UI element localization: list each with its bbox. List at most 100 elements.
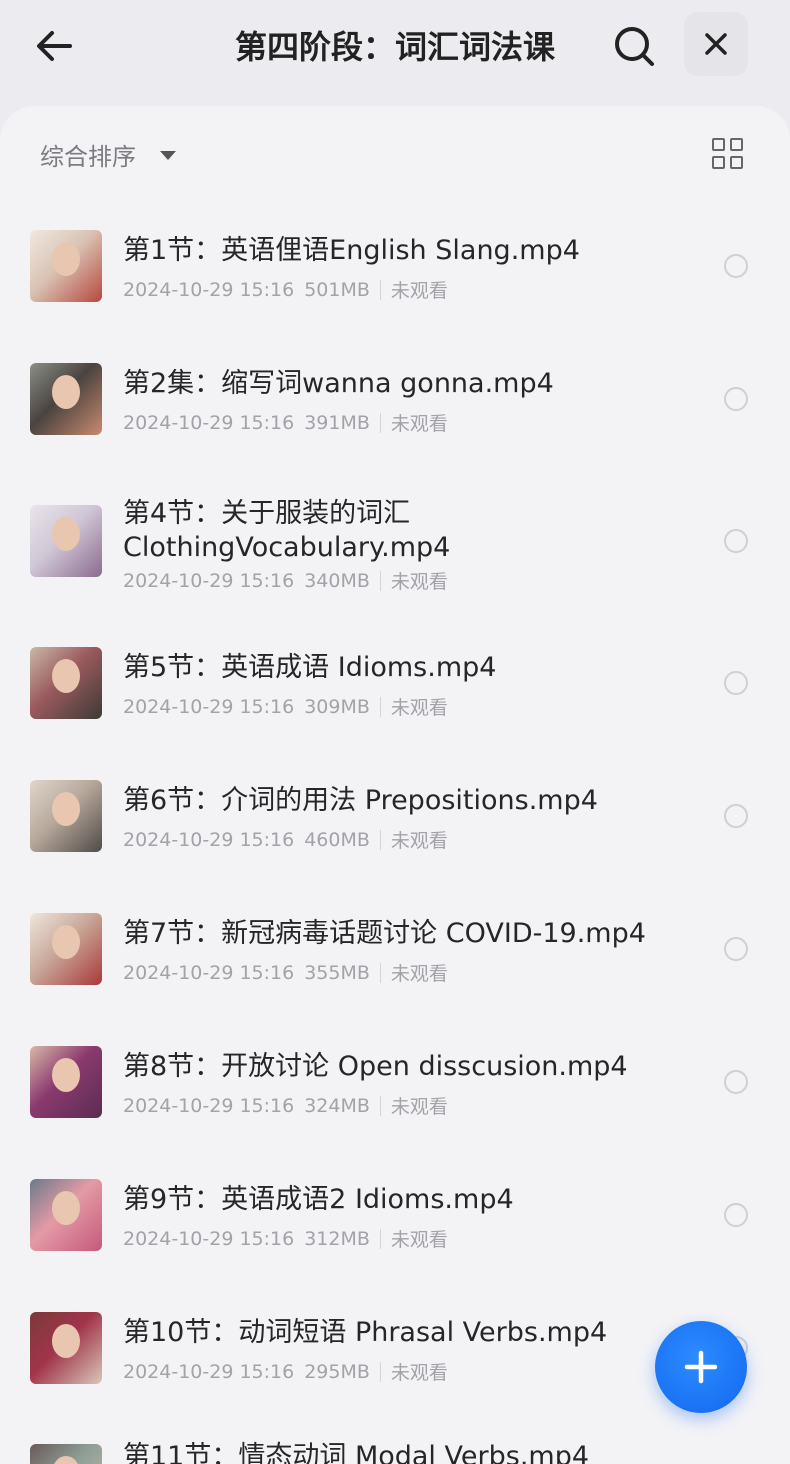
select-radio[interactable] [724, 937, 748, 961]
thumbnail-face [52, 925, 80, 959]
thumbnail-face [52, 659, 80, 693]
meta-divider [379, 570, 381, 591]
video-thumbnail[interactable] [30, 505, 102, 577]
thumbnail-face [52, 375, 80, 409]
select-radio[interactable] [724, 1070, 748, 1094]
select-radio[interactable] [724, 254, 748, 278]
file-date: 2024-10-29 15:16 [123, 961, 295, 984]
watch-status: 未观看 [390, 1229, 448, 1251]
watch-status: 未观看 [390, 697, 448, 719]
file-date: 2024-10-29 15:16 [123, 828, 295, 851]
file-date: 2024-10-29 15:16 [123, 1360, 295, 1383]
watch-status: 未观看 [390, 413, 448, 435]
file-meta: 2024-10-29 15:16 460MB 未观看 [123, 826, 448, 853]
thumbnail-face [52, 1191, 80, 1225]
meta-divider [379, 696, 381, 717]
file-meta: 2024-10-29 15:16 324MB 未观看 [123, 1092, 448, 1119]
thumbnail-face [52, 242, 80, 276]
file-size: 324MB [304, 1094, 370, 1117]
select-radio[interactable] [724, 529, 748, 553]
sort-dropdown[interactable]: 综合排序 [40, 138, 176, 171]
file-size: 355MB [304, 961, 370, 984]
file-name: 第6节：介词的用法 Prepositions.mp4 [123, 785, 598, 816]
file-name: 第10节：动词短语 Phrasal Verbs.mp4 [123, 1317, 608, 1348]
grid-view-icon [730, 156, 743, 169]
file-date: 2024-10-29 15:16 [123, 695, 295, 718]
video-thumbnail[interactable] [30, 230, 102, 302]
file-meta: 2024-10-29 15:16 312MB 未观看 [123, 1225, 448, 1252]
close-button[interactable] [684, 12, 748, 76]
file-meta: 2024-10-29 15:16 295MB 未观看 [123, 1358, 448, 1385]
file-name: 第9节：英语成语2 Idioms.mp4 [123, 1184, 514, 1215]
search-button[interactable] [606, 18, 662, 74]
meta-divider [379, 279, 381, 300]
file-date: 2024-10-29 15:16 [123, 1227, 295, 1250]
select-radio[interactable] [724, 804, 748, 828]
file-size: 501MB [304, 278, 370, 301]
caret-down-icon [160, 150, 176, 160]
watch-status: 未观看 [390, 963, 448, 985]
file-size: 460MB [304, 828, 370, 851]
video-thumbnail[interactable] [30, 1179, 102, 1251]
add-button[interactable] [655, 1321, 747, 1413]
meta-divider [379, 1361, 381, 1382]
thumbnail-face [52, 1058, 80, 1092]
file-size: 340MB [304, 569, 370, 592]
watch-status: 未观看 [390, 1096, 448, 1118]
meta-divider [379, 829, 381, 850]
arrow-left-icon [37, 31, 72, 61]
thumbnail-face [52, 1456, 80, 1464]
page-title: 第四阶段：词汇词法课 [234, 28, 555, 66]
file-name: 第7节：新冠病毒话题讨论 COVID-19.mp4 [123, 918, 646, 949]
select-radio[interactable] [724, 387, 748, 411]
video-thumbnail[interactable] [30, 780, 102, 852]
file-meta: 2024-10-29 15:16 391MB 未观看 [123, 409, 448, 436]
file-date: 2024-10-29 15:16 [123, 569, 295, 592]
search-icon [615, 27, 654, 66]
file-date: 2024-10-29 15:16 [123, 278, 295, 301]
watch-status: 未观看 [390, 830, 448, 852]
video-thumbnail[interactable] [30, 913, 102, 985]
file-name: 第4节：关于服装的词汇 ClothingVocabulary.mp4 [123, 498, 451, 563]
video-thumbnail[interactable] [30, 1312, 102, 1384]
grid-view-icon [712, 138, 725, 151]
watch-status: 未观看 [390, 571, 448, 593]
file-name: 第5节：英语成语 Idioms.mp4 [123, 652, 497, 683]
grid-view-toggle[interactable] [710, 136, 746, 172]
file-size: 312MB [304, 1227, 370, 1250]
file-size: 391MB [304, 411, 370, 434]
file-name: 第2集：缩写词wanna gonna.mp4 [123, 368, 554, 399]
close-icon [705, 33, 727, 55]
meta-divider [379, 962, 381, 983]
select-radio[interactable] [724, 1203, 748, 1227]
header: 第四阶段：词汇词法课 [0, 0, 790, 100]
meta-divider [379, 412, 381, 433]
file-meta: 2024-10-29 15:16 355MB 未观看 [123, 959, 448, 986]
file-name: 第8节：开放讨论 Open disscusion.mp4 [123, 1051, 628, 1082]
watch-status: 未观看 [390, 280, 448, 302]
file-meta: 2024-10-29 15:16 309MB 未观看 [123, 693, 448, 720]
thumbnail-face [52, 792, 80, 826]
video-thumbnail[interactable] [30, 647, 102, 719]
file-date: 2024-10-29 15:16 [123, 411, 295, 434]
watch-status: 未观看 [390, 1362, 448, 1384]
file-meta: 2024-10-29 15:16 340MB 未观看 [123, 567, 448, 594]
grid-view-icon [712, 156, 725, 169]
file-size: 295MB [304, 1360, 370, 1383]
sort-label: 综合排序 [40, 142, 136, 171]
meta-divider [379, 1228, 381, 1249]
video-thumbnail[interactable] [30, 1444, 102, 1464]
file-name: 第11节：情态动词 Modal Verbs.mp4 [123, 1441, 590, 1464]
select-radio[interactable] [724, 671, 748, 695]
file-size: 309MB [304, 695, 370, 718]
video-thumbnail[interactable] [30, 363, 102, 435]
meta-divider [379, 1095, 381, 1116]
file-date: 2024-10-29 15:16 [123, 1094, 295, 1117]
back-button[interactable] [28, 20, 80, 72]
grid-view-icon [730, 138, 743, 151]
plus-icon [684, 1350, 718, 1384]
thumbnail-face [52, 517, 80, 551]
video-thumbnail[interactable] [30, 1046, 102, 1118]
file-meta: 2024-10-29 15:16 501MB 未观看 [123, 276, 448, 303]
thumbnail-face [52, 1324, 80, 1358]
